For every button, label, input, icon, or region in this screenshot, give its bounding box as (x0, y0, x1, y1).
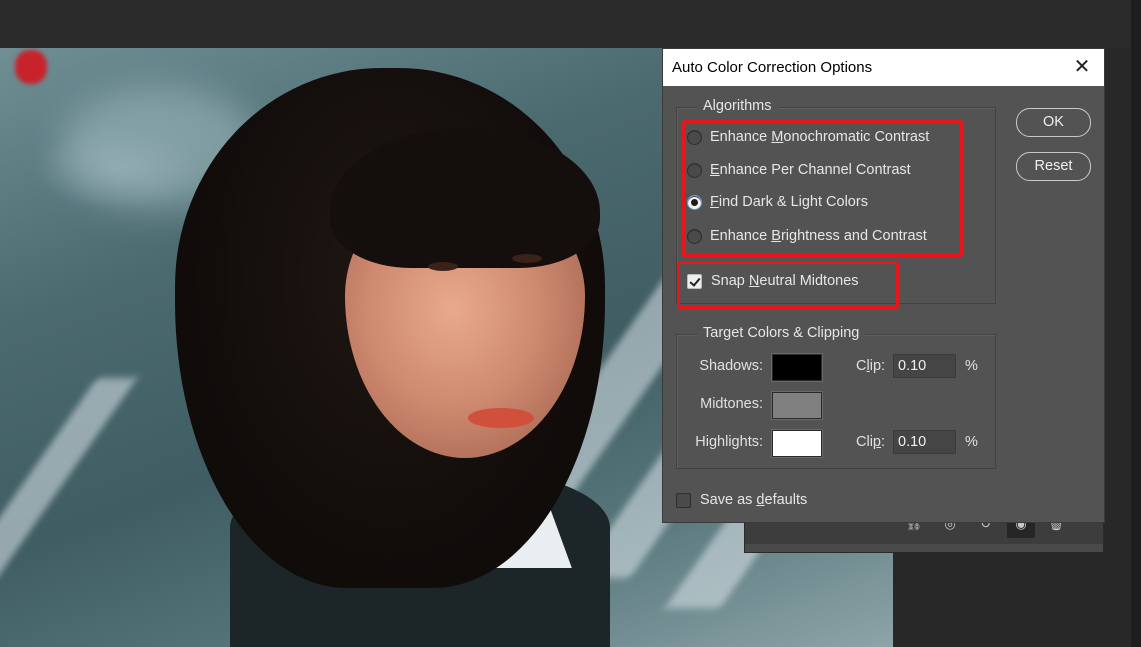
ok-button[interactable]: OK (1016, 108, 1091, 137)
dialog-titlebar: Auto Color Correction Options ✕ (663, 49, 1104, 86)
app-top-bar (0, 0, 1141, 48)
shadows-color-swatch[interactable] (772, 354, 822, 381)
dialog-title: Auto Color Correction Options (672, 59, 873, 76)
checkbox-label: Save as defaults (700, 492, 808, 508)
left-eye (428, 262, 458, 271)
reset-button[interactable]: Reset (1016, 152, 1091, 181)
target-colors-legend: Target Colors & Clipping (697, 325, 866, 341)
annotation-highlight-snap (677, 261, 899, 309)
close-icon: ✕ (1073, 56, 1091, 78)
highlights-color-swatch[interactable] (772, 430, 822, 457)
algorithms-legend: Algorithms (697, 98, 778, 114)
highlights-clip-input[interactable] (893, 430, 956, 454)
shadows-clip-label: Clip: (856, 358, 886, 374)
crosswalk-stripe (0, 378, 138, 598)
highlights-percent-unit: % (965, 434, 978, 450)
panel-divider (745, 544, 1103, 552)
close-button[interactable]: ✕ (1069, 55, 1095, 81)
lips (468, 408, 534, 428)
right-eye (512, 254, 542, 263)
traffic-light (15, 50, 47, 84)
auto-color-correction-dialog: Auto Color Correction Options ✕ Algorith… (662, 48, 1105, 523)
shadows-clip-input[interactable] (893, 354, 956, 378)
checkbox-unchecked[interactable] (676, 492, 691, 508)
save-as-defaults-checkbox[interactable]: Save as defaults (676, 489, 807, 511)
window-edge (1131, 0, 1141, 647)
shadows-label: Shadows: (699, 358, 763, 374)
shadows-percent-unit: % (965, 358, 978, 374)
highlights-label: Highlights: (695, 434, 763, 450)
midtones-color-swatch[interactable] (772, 392, 822, 419)
highlights-clip-label: Clip: (856, 434, 886, 450)
midtones-label: Midtones: (700, 396, 763, 412)
annotation-highlight-algorithms (682, 120, 963, 257)
